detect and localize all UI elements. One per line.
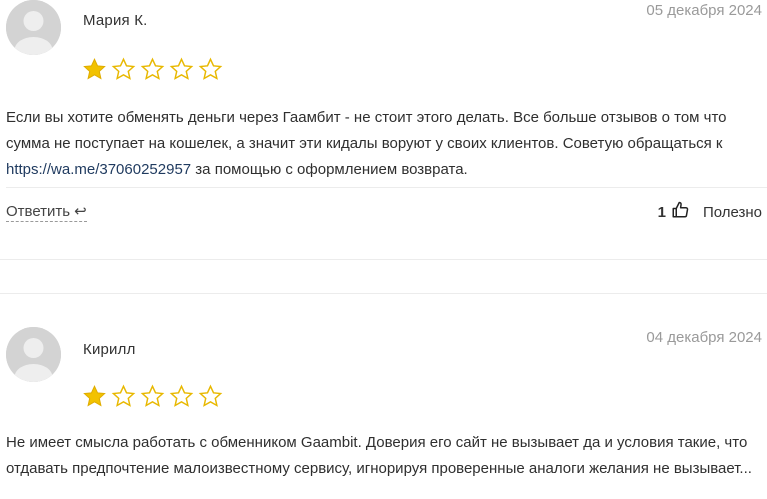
star-empty-icon xyxy=(111,384,136,409)
star-empty-icon xyxy=(111,57,136,82)
useful-count: 1 xyxy=(657,203,666,221)
review-text: Не имеет смысла работать с обменником Ga… xyxy=(6,434,752,477)
review-text-part: Если вы хотите обменять деньги через Гаа… xyxy=(6,109,727,152)
reply-label: Ответить xyxy=(6,203,71,220)
review-author: Мария К. xyxy=(83,12,148,29)
review-date: 04 декабря 2024 xyxy=(646,329,762,346)
reviews-page: Мария К. 05 декабря 2024 Если вы хотите … xyxy=(0,0,767,499)
reply-button[interactable]: Ответить ↩ xyxy=(6,203,87,222)
avatar xyxy=(6,327,61,382)
star-empty-icon xyxy=(140,57,165,82)
reply-arrow-icon: ↩ xyxy=(74,203,87,220)
review-link[interactable]: https://wa.me/37060252957 xyxy=(6,161,191,178)
star-empty-icon xyxy=(198,57,223,82)
star-rating xyxy=(82,384,223,409)
thumbs-up-icon[interactable] xyxy=(671,201,689,223)
star-empty-icon xyxy=(169,384,194,409)
star-empty-icon xyxy=(140,384,165,409)
review-author: Кирилл xyxy=(83,341,136,358)
divider xyxy=(0,293,767,294)
user-placeholder-icon xyxy=(6,0,61,55)
avatar xyxy=(6,0,61,55)
useful-block: 1 Полезно xyxy=(658,201,762,223)
useful-button[interactable]: Полезно xyxy=(703,204,762,221)
divider xyxy=(6,187,767,188)
user-placeholder-icon xyxy=(6,327,61,382)
star-filled-icon xyxy=(82,384,107,409)
star-empty-icon xyxy=(198,384,223,409)
star-empty-icon xyxy=(169,57,194,82)
star-filled-icon xyxy=(82,57,107,82)
divider xyxy=(0,259,767,260)
review-text-part: за помощью с оформлением возврата. xyxy=(191,161,468,178)
review-text: Если вы хотите обменять деньги через Гаа… xyxy=(6,105,766,183)
star-rating xyxy=(82,57,223,82)
review-date: 05 декабря 2024 xyxy=(646,2,762,19)
